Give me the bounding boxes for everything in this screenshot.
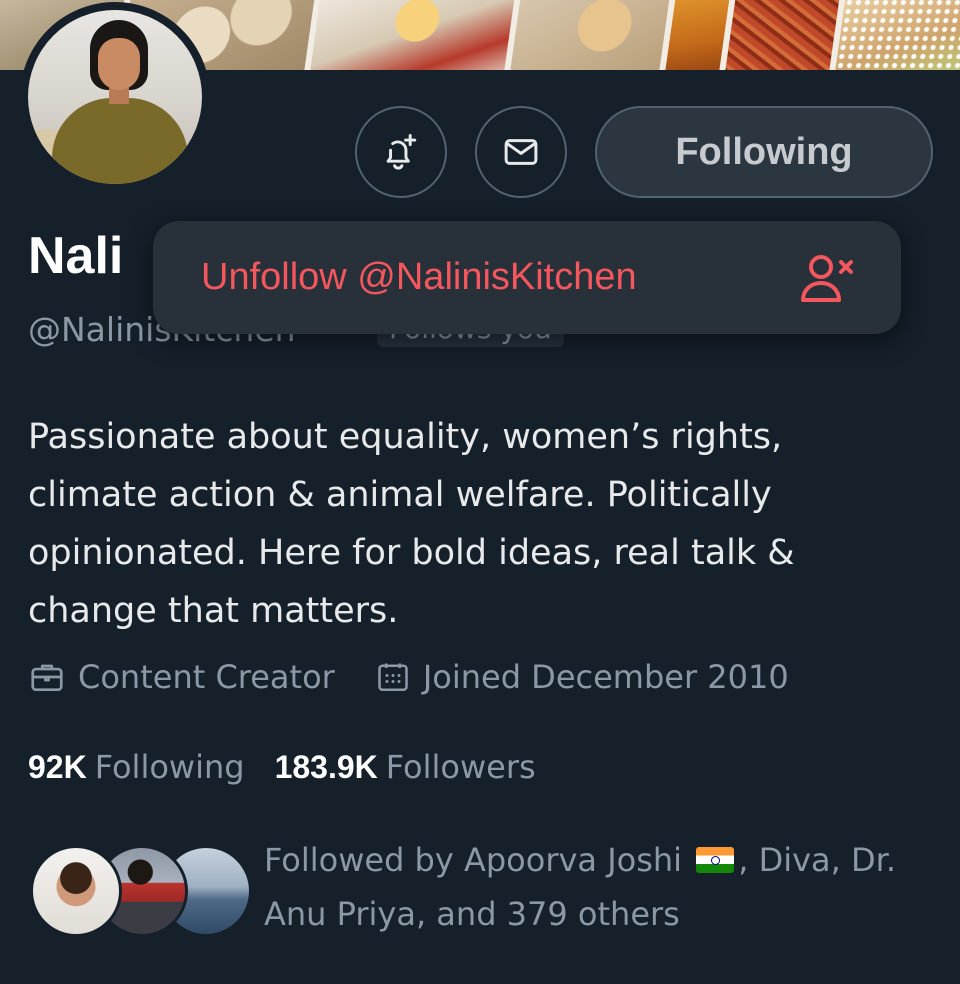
briefcase-icon	[31, 664, 63, 692]
profile-meta: Content Creator Joined December 2010	[28, 658, 789, 696]
followed-by-prefix: Followed by Apoorva Joshi	[264, 841, 683, 879]
notifications-button[interactable]	[355, 106, 447, 198]
bio-line: climate action & animal welfare. Politic…	[28, 475, 772, 515]
message-button[interactable]	[475, 106, 567, 198]
followers-stat-link[interactable]: 183.9K Followers	[275, 748, 536, 786]
joined-item: Joined December 2010	[375, 658, 789, 696]
envelope-icon	[504, 139, 538, 165]
following-button[interactable]: Following	[595, 106, 933, 198]
following-stat-link[interactable]: 92K Following	[28, 748, 245, 786]
followed-by-suffix: , Diva, Dr.	[738, 841, 897, 879]
user-remove-icon	[801, 254, 853, 302]
calendar-icon	[378, 663, 408, 692]
profile-avatar[interactable]	[20, 2, 210, 192]
bio-line: opinionated. Here for bold ideas, real t…	[28, 533, 795, 573]
mutual-follower-avatar	[30, 845, 122, 937]
banner-food-photo	[827, 0, 960, 70]
bell-plus-icon	[386, 134, 417, 170]
display-name: Nali	[28, 227, 124, 285]
bio-line: Passionate about equality, women’s right…	[28, 417, 783, 457]
joined-date: Joined December 2010	[422, 658, 789, 696]
bio-line: change that matters.	[28, 591, 399, 631]
unfollow-label: Unfollow @NalinisKitchen	[201, 256, 637, 298]
banner-food-photo	[302, 0, 524, 70]
banner-food-photo	[502, 0, 684, 70]
profile-bio: Passionate about equality, women’s right…	[28, 408, 908, 640]
following-stat-label: Following	[94, 748, 245, 786]
india-flag-icon	[696, 847, 735, 873]
unfollow-menu-item[interactable]: Unfollow @NalinisKitchen	[153, 221, 901, 334]
followed-by-line: Anu Priya, and 379 others	[264, 895, 680, 933]
category-item: Content Creator	[28, 658, 335, 696]
follow-stats: 92K Following 183.9K Followers	[28, 748, 536, 786]
followed-by-link[interactable]: Followed by Apoorva Joshi , Diva, Dr. An…	[264, 833, 944, 941]
banner-food-photo	[717, 0, 849, 70]
followers-stat-label: Followers	[385, 748, 536, 786]
mutual-followers-avatars[interactable]	[30, 845, 252, 937]
avatar-photo	[28, 10, 202, 184]
followed-by-line: Followed by Apoorva Joshi , Diva, Dr.	[264, 833, 944, 887]
following-count: 92K	[28, 749, 87, 785]
followers-count: 183.9K	[274, 749, 378, 785]
category-label: Content Creator	[78, 658, 335, 696]
